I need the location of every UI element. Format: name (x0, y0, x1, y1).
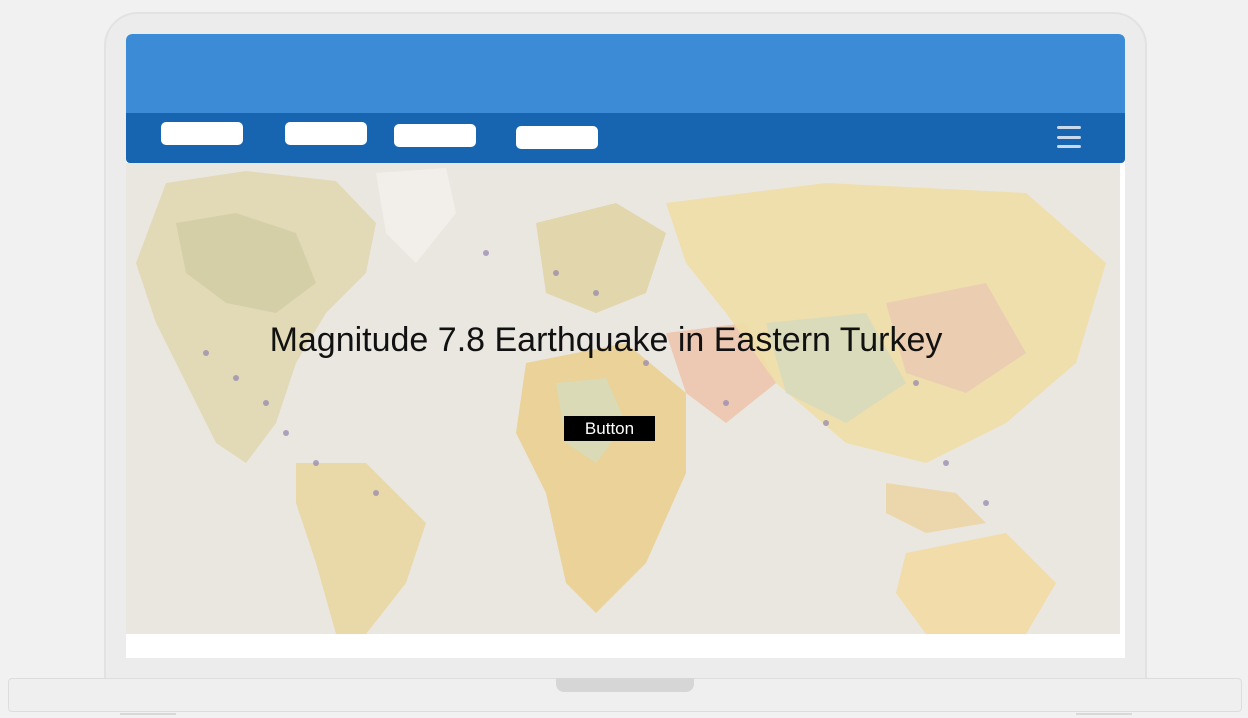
laptop-screen: Magnitude 7.8 Earthquake in Eastern Turk… (126, 34, 1125, 658)
laptop-notch (556, 678, 694, 692)
nav-item-3[interactable] (394, 124, 476, 147)
laptop-foot-left (120, 713, 176, 715)
navbar (126, 113, 1125, 163)
hero-title: Magnitude 7.8 Earthquake in Eastern Turk… (269, 321, 943, 359)
header-banner (126, 34, 1125, 113)
hero-section: Magnitude 7.8 Earthquake in Eastern Turk… (126, 163, 1120, 634)
hero-button[interactable]: Button (564, 416, 655, 441)
world-map-background (126, 163, 1120, 634)
nav-item-1[interactable] (161, 122, 243, 145)
nav-item-2[interactable] (285, 122, 367, 145)
nav-item-4[interactable] (516, 126, 598, 149)
laptop-foot-right (1076, 713, 1132, 715)
hamburger-menu-icon[interactable] (1057, 126, 1081, 148)
